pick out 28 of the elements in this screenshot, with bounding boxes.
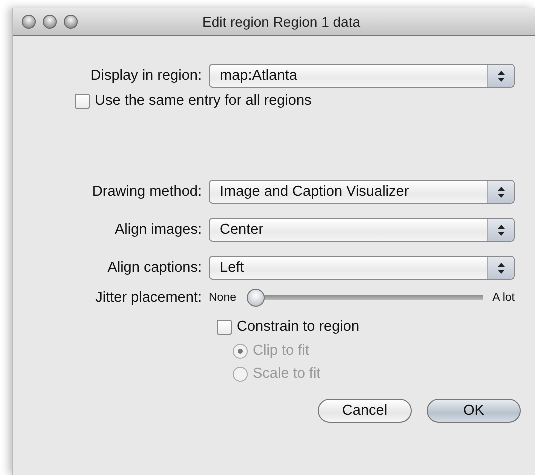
close-button[interactable] (22, 14, 36, 28)
stepper-arrows-icon (498, 262, 504, 274)
field-label: Jitter placement: (94, 290, 203, 306)
slider-thumb[interactable] (246, 289, 264, 307)
popup-menu[interactable]: Center (209, 218, 515, 242)
checkbox[interactable] (217, 320, 232, 334)
window-title: Edit region Region 1 data (202, 14, 362, 30)
slider-max-label: A lot (492, 292, 515, 304)
checkbox-label: Use the same entry for all regions (95, 93, 312, 109)
minimize-button[interactable] (43, 14, 57, 28)
stepper-arrows-icon (498, 224, 504, 236)
field-label: Display in region: (90, 68, 203, 84)
slider-min-label: None (209, 292, 236, 304)
popup-menu[interactable]: map:Atlanta (209, 64, 515, 88)
cancel-button[interactable]: Cancel (318, 399, 412, 423)
checkbox-label: Constrain to region (237, 319, 360, 335)
popup-menu[interactable]: Image and Caption Visualizer (209, 180, 515, 204)
stepper-arrows-icon (498, 186, 504, 198)
checkbox[interactable] (75, 94, 90, 108)
radio-label: Scale to fit (253, 366, 321, 382)
popup-menu[interactable]: Left (209, 256, 515, 280)
ok-button[interactable]: OK (427, 399, 521, 423)
field-label: Align images: (114, 222, 203, 238)
radio-label: Clip to fit (253, 343, 310, 359)
field-label: Align captions: (106, 260, 203, 276)
field-label: Drawing method: (91, 184, 203, 200)
zoom-button[interactable] (64, 14, 78, 28)
stepper-arrows-icon (498, 70, 504, 82)
